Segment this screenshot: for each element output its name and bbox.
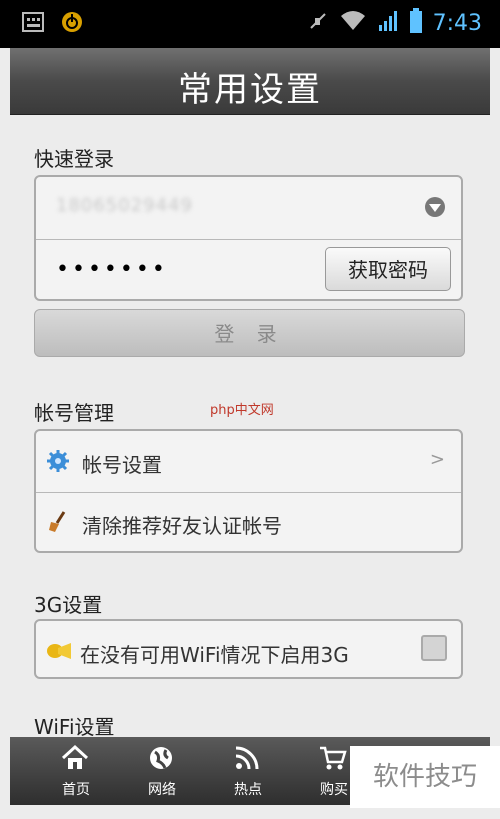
battery-icon	[409, 8, 423, 38]
section-title-quick-login: 快速登录	[34, 147, 114, 171]
password-value: •••••••	[56, 257, 168, 282]
power-icon	[60, 10, 84, 38]
mute-icon	[307, 10, 329, 36]
enable-3g-item[interactable]: 在没有可用WiFi情况下启用3G	[36, 621, 461, 677]
broom-icon	[46, 510, 70, 534]
nav-network[interactable]: 网络	[122, 737, 202, 805]
page-title: 常用设置	[178, 70, 322, 110]
horn-icon	[46, 639, 71, 663]
password-field[interactable]: ••••••• 获取密码	[36, 239, 461, 299]
watermark-text: 软件技巧	[350, 746, 500, 808]
account-settings-label: 帐号设置	[82, 453, 162, 477]
section-title-3g: 3G设置	[34, 593, 103, 617]
nav-home[interactable]: 首页	[36, 737, 116, 805]
clear-recommended-label: 清除推荐好友认证帐号	[82, 514, 282, 538]
phone-value: 18065029449	[56, 195, 193, 216]
login-button[interactable]: 登 录	[34, 309, 465, 357]
nav-hotspot-label: 热点	[234, 782, 262, 798]
account-card: 帐号设置 > 清除推荐好友认证帐号	[34, 429, 463, 553]
phone-select[interactable]: 18065029449	[36, 177, 461, 240]
clock: 7:43	[432, 10, 482, 36]
chevron-right-icon: >	[429, 449, 445, 470]
nav-network-label: 网络	[148, 782, 176, 798]
title-bar: 常用设置	[10, 48, 490, 115]
get-password-button[interactable]: 获取密码	[325, 247, 451, 291]
nav-home-label: 首页	[62, 782, 90, 798]
gear-icon	[46, 449, 70, 473]
settings-content: 快速登录 18065029449 ••••••• 获取密码 登 录 帐号管理 p…	[10, 115, 490, 739]
clear-recommended-item[interactable]: 清除推荐好友认证帐号	[36, 492, 461, 551]
login-card: 18065029449 ••••••• 获取密码	[34, 175, 463, 301]
php-watermark: php中文网	[210, 403, 274, 418]
enable-3g-checkbox[interactable]	[421, 635, 447, 661]
section-title-account: 帐号管理	[34, 401, 114, 425]
signal-icon	[377, 9, 399, 37]
chevron-down-icon[interactable]	[425, 197, 445, 217]
wifi-icon	[339, 10, 367, 36]
nav-hotspot[interactable]: 热点	[208, 737, 288, 805]
3g-card: 在没有可用WiFi情况下启用3G	[34, 619, 463, 679]
status-bar: 7:43	[0, 0, 500, 48]
account-settings-item[interactable]: 帐号设置 >	[36, 431, 461, 493]
keyboard-icon	[22, 11, 44, 37]
enable-3g-label: 在没有可用WiFi情况下启用3G	[80, 643, 349, 667]
section-title-wifi: WiFi设置	[34, 715, 115, 739]
